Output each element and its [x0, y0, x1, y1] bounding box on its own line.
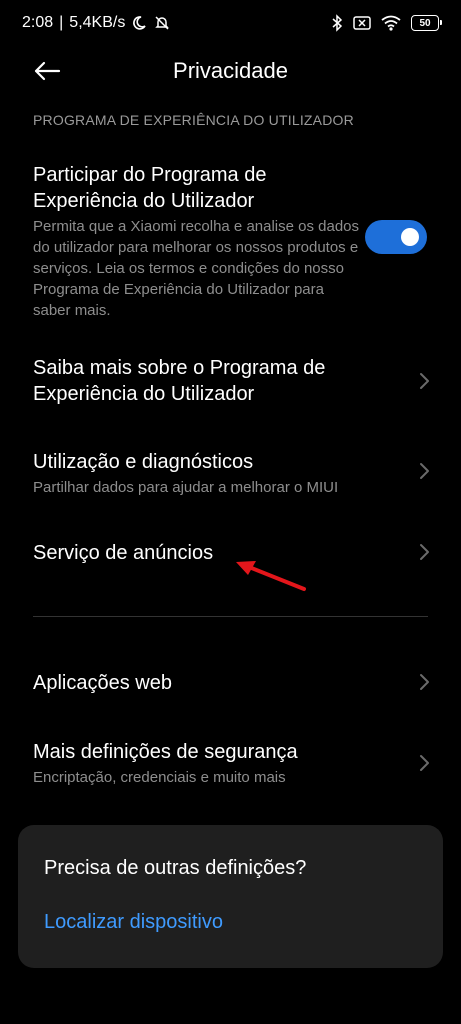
chevron-right-icon	[420, 755, 429, 771]
item-subtitle: Permita que a Xiaomi recolha e analise o…	[33, 218, 360, 319]
moon-icon	[133, 16, 147, 30]
sim-off-icon	[353, 16, 371, 30]
list-item-more-security[interactable]: Mais definições de segurança Encriptação…	[0, 739, 461, 788]
item-title: Saiba mais sobre o Programa de Experiênc…	[33, 357, 326, 405]
bluetooth-icon	[332, 14, 343, 32]
list-item-learn-more[interactable]: Saiba mais sobre o Programa de Experiênc…	[0, 355, 461, 409]
back-button[interactable]	[30, 54, 64, 88]
other-settings-card: Precisa de outras definições? Localizar …	[18, 825, 443, 968]
list-item-web-apps[interactable]: Aplicações web	[0, 670, 461, 698]
clock: 2:08	[22, 14, 54, 31]
divider	[33, 616, 428, 617]
chevron-right-icon	[420, 463, 429, 479]
status-left: 2:08 | 5,4KB/s	[22, 14, 171, 32]
battery-icon: 50	[411, 15, 442, 31]
card-question: Precisa de outras definições?	[44, 857, 307, 879]
status-right: 50	[331, 14, 442, 32]
item-title: Utilização e diagnósticos	[33, 451, 254, 473]
item-subtitle: Partilhar dados para ajudar a melhorar o…	[33, 479, 339, 496]
item-title: Serviço de anúncios	[33, 542, 214, 564]
item-title: Aplicações web	[33, 672, 172, 694]
chevron-right-icon	[420, 674, 429, 690]
participate-toggle[interactable]	[365, 220, 427, 254]
section-header: PROGRAMA DE EXPERIÊNCIA DO UTILIZADOR	[33, 112, 354, 128]
header: Privacidade	[0, 46, 461, 96]
annotation-arrow-icon	[236, 561, 306, 591]
silent-icon	[155, 16, 170, 30]
find-device-link[interactable]: Localizar dispositivo	[44, 911, 223, 934]
status-separator: |	[59, 14, 64, 31]
status-bar: 2:08 | 5,4KB/s 50	[0, 0, 461, 46]
list-item-participate[interactable]: Participar do Programa de Experiência do…	[0, 162, 461, 321]
wifi-icon	[381, 15, 401, 31]
network-speed: 5,4KB/s	[69, 14, 126, 31]
toggle-knob	[401, 228, 419, 246]
item-title: Participar do Programa de Experiência do…	[33, 164, 267, 212]
chevron-right-icon	[420, 544, 429, 560]
arrow-left-icon	[34, 61, 61, 81]
item-title: Mais definições de segurança	[33, 741, 298, 763]
list-item-usage-diagnostics[interactable]: Utilização e diagnósticos Partilhar dado…	[0, 449, 461, 498]
item-subtitle: Encriptação, credenciais e muito mais	[33, 769, 286, 786]
page-title: Privacidade	[173, 58, 288, 83]
chevron-right-icon	[420, 373, 429, 389]
